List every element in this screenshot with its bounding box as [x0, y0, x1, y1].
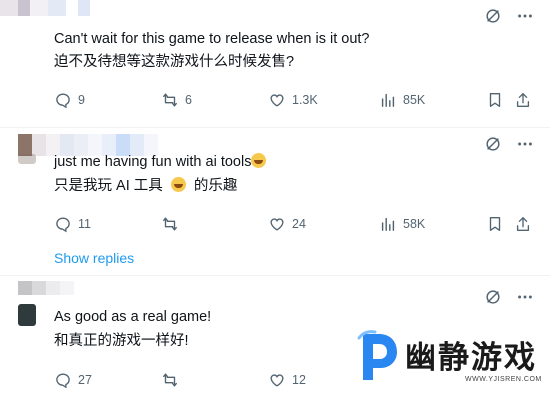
views-button[interactable]: 85K [379, 90, 425, 110]
more-options-icon[interactable] [516, 135, 534, 153]
heart-icon [270, 374, 284, 387]
avatar-dark [18, 304, 36, 326]
more-options-icon[interactable] [516, 7, 534, 25]
analytics-icon [381, 217, 395, 232]
repost-count: 6 [185, 93, 192, 107]
reply-button[interactable]: 9 [54, 90, 85, 110]
reply-icon [56, 217, 70, 233]
post-text-translation: 只是我玩 AI 工具 的乐趣 [54, 177, 237, 196]
show-replies-link[interactable]: Show replies [54, 250, 134, 266]
post-card[interactable]: Can't wait for this game to release when… [0, 0, 550, 127]
share-icon [516, 93, 530, 107]
post-text-translation-part2: 的乐趣 [193, 178, 238, 194]
reply-button[interactable]: 11 [54, 214, 91, 234]
bookmark-button[interactable] [486, 214, 504, 234]
reply-icon [56, 373, 70, 389]
share-button[interactable] [514, 214, 532, 234]
analytics-icon [381, 93, 395, 108]
like-count: 24 [292, 217, 306, 231]
heart-icon [270, 218, 284, 231]
heart-icon [270, 94, 284, 107]
more-options-icon[interactable] [516, 288, 534, 306]
like-count: 1.3K [292, 93, 318, 107]
views-button[interactable]: 58K [379, 214, 425, 234]
site-logo-icon [357, 330, 397, 380]
post-card[interactable]: just me having fun with ai tools 只是我玩 AI… [0, 127, 550, 275]
post-text: As good as a real game! [54, 309, 212, 325]
like-button[interactable]: 12 [268, 370, 306, 390]
share-button[interactable] [514, 90, 532, 110]
post-text-translation: 和真正的游戏一样好! [54, 333, 189, 349]
post-text: just me having fun with ai tools [54, 153, 267, 172]
reply-button[interactable]: 27 [54, 370, 92, 390]
reply-count: 9 [78, 93, 85, 107]
bookmark-button[interactable] [486, 90, 504, 110]
post-text-translation-part1: 只是我玩 AI 工具 [54, 178, 163, 194]
post-text-translation: 迫不及待想等这款游戏什么时候发售? [54, 54, 295, 70]
grinning-emoji-icon [170, 177, 186, 192]
avatar-shade [18, 154, 36, 164]
watermark-brand: 幽静游戏 [405, 340, 537, 376]
views-count: 85K [403, 93, 426, 107]
bookmark-icon [489, 217, 501, 231]
grinning-emoji-icon [251, 153, 267, 168]
repost-button[interactable]: 6 [161, 90, 192, 110]
repost-icon [163, 217, 177, 231]
like-button[interactable]: 1.3K [268, 90, 318, 110]
avatar[interactable] [18, 281, 74, 295]
views-count: 58K [403, 217, 426, 231]
watermark-url: WWW.YJISREN.COM [465, 376, 542, 383]
repost-icon [163, 93, 177, 107]
share-icon [516, 217, 530, 231]
reply-icon [56, 93, 70, 109]
like-count: 12 [292, 373, 306, 387]
grok-icon[interactable] [484, 135, 502, 153]
repost-icon [163, 373, 177, 387]
bookmark-icon [489, 93, 501, 107]
post-text-content: just me having fun with ai tools [54, 154, 252, 170]
post-text: Can't wait for this game to release when… [54, 31, 370, 47]
like-button[interactable]: 24 [268, 214, 306, 234]
site-watermark: 幽静游戏 WWW.YJISREN.COM [355, 328, 550, 400]
grok-icon[interactable] [484, 288, 502, 306]
repost-button[interactable] [161, 214, 185, 234]
avatar[interactable] [0, 0, 90, 16]
reply-count: 27 [78, 373, 92, 387]
reply-count: 11 [78, 217, 91, 231]
repost-button[interactable] [161, 370, 185, 390]
grok-icon[interactable] [484, 7, 502, 25]
